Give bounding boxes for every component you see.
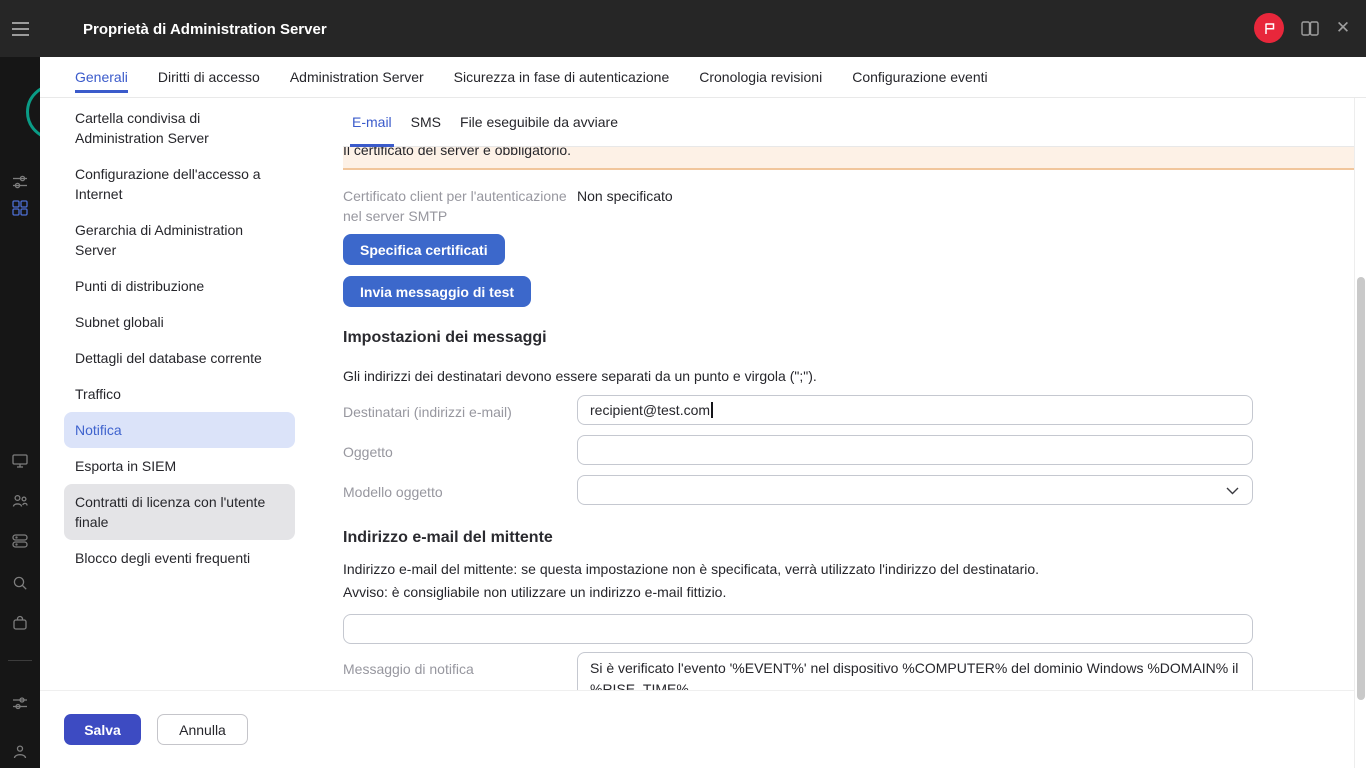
recipients-input[interactable]: recipient@test.com (577, 395, 1253, 425)
subject-template-select[interactable] (577, 475, 1253, 505)
subject-input[interactable] (577, 435, 1253, 465)
client-certificate-label: Certificato client per l'autenticazione … (343, 188, 567, 224)
nav-item-configurazione-accesso-internet[interactable]: Configurazione dell'accesso a Internet (64, 156, 295, 212)
banner-text: Il certificato del server è obbligatorio… (343, 147, 571, 158)
sender-heading: Indirizzo e-mail del mittente (343, 529, 553, 546)
nav-item-notifica[interactable]: Notifica (64, 412, 295, 448)
recipients-input-value: recipient@test.com (590, 402, 711, 418)
recipients-label: Destinatari (indirizzi e-mail) (343, 404, 512, 420)
servers-icon[interactable] (12, 533, 28, 549)
app-rail (0, 0, 40, 768)
hamburger-menu-icon[interactable] (12, 22, 29, 36)
kaspersky-logo-fragment (26, 84, 40, 140)
notification-subtabs: E-mail SMS File eseguibile da avviare (343, 98, 1354, 147)
scrollbar-thumb[interactable] (1357, 277, 1365, 700)
vertical-scrollbar[interactable] (1354, 98, 1366, 768)
rail-divider (8, 660, 32, 661)
notification-message-label: Messaggio di notifica (343, 661, 474, 677)
save-button[interactable]: Salva (64, 714, 141, 745)
flag-badge-icon[interactable] (1254, 13, 1284, 43)
book-icon[interactable] (1300, 20, 1320, 37)
recipients-hint-text: Gli indirizzi dei destinatari devono ess… (343, 368, 817, 384)
specify-certificates-button[interactable]: Specifica certificati (343, 234, 505, 265)
marketplace-icon[interactable] (12, 615, 28, 631)
section-nav: Cartella condivisa di Administration Ser… (64, 100, 295, 576)
cancel-button[interactable]: Annulla (157, 714, 248, 745)
window-title: Proprietà di Administration Server (83, 21, 327, 38)
notification-settings-pane: E-mail SMS File eseguibile da avviare Il… (343, 98, 1354, 690)
nav-item-subnet-globali[interactable]: Subnet globali (64, 304, 295, 340)
subtab-email[interactable]: E-mail (350, 98, 394, 147)
certificate-warning-banner: Il certificato del server è obbligatorio… (343, 147, 1354, 170)
nav-item-esporta-siem[interactable]: Esporta in SIEM (64, 448, 295, 484)
nav-item-traffico[interactable]: Traffico (64, 376, 295, 412)
message-settings-heading: Impostazioni dei messaggi (343, 329, 547, 346)
users-icon[interactable] (12, 493, 28, 509)
nav-item-punti-distribuzione[interactable]: Punti di distribuzione (64, 268, 295, 304)
devices-icon[interactable] (12, 453, 28, 469)
sender-hint-line2: Avviso: è consigliabile non utilizzare u… (343, 584, 727, 600)
send-test-message-button[interactable]: Invia messaggio di test (343, 276, 532, 307)
tab-configurazione-eventi[interactable]: Configurazione eventi (852, 57, 987, 97)
sender-email-input[interactable] (343, 614, 1253, 644)
nav-item-gerarchia[interactable]: Gerarchia di Administration Server (64, 212, 295, 268)
search-icon[interactable] (12, 575, 28, 591)
dialog-tabbar: Generali Diritti di accesso Administrati… (40, 57, 1366, 98)
tab-generali[interactable]: Generali (75, 57, 128, 97)
sender-hint-line1: Indirizzo e-mail del mittente: se questa… (343, 561, 1040, 577)
chevron-down-icon (1226, 487, 1239, 495)
dialog-footer: Salva Annulla (40, 690, 1366, 768)
text-caret (711, 402, 713, 418)
close-icon[interactable]: ✕ (1333, 16, 1353, 40)
account-icon[interactable] (12, 744, 28, 760)
dashboard-grid-icon[interactable] (12, 200, 28, 216)
nav-item-dettagli-database[interactable]: Dettagli del database corrente (64, 340, 295, 376)
window-titlebar: Proprietà di Administration Server ✕ (0, 0, 1366, 57)
subject-template-label: Modello oggetto (343, 484, 443, 500)
tab-sicurezza-autenticazione[interactable]: Sicurezza in fase di autenticazione (454, 57, 670, 97)
subtab-file-eseguibile[interactable]: File eseguibile da avviare (458, 98, 620, 146)
subtab-sms[interactable]: SMS (409, 98, 443, 146)
filter-icon[interactable] (12, 174, 28, 190)
properties-dialog: Generali Diritti di accesso Administrati… (40, 57, 1366, 768)
tab-diritti-di-accesso[interactable]: Diritti di accesso (158, 57, 260, 97)
flag-icon (1264, 22, 1274, 34)
nav-item-cartella-condivisa[interactable]: Cartella condivisa di Administration Ser… (64, 100, 295, 156)
tab-cronologia-revisioni[interactable]: Cronologia revisioni (699, 57, 822, 97)
nav-item-contratti-licenza[interactable]: Contratti di licenza con l'utente finale (64, 484, 295, 540)
connection-settings-icon[interactable] (12, 695, 28, 711)
subject-label: Oggetto (343, 444, 393, 460)
tab-administration-server[interactable]: Administration Server (290, 57, 424, 97)
screen: Proprietà di Administration Server ✕ Gen… (0, 0, 1366, 768)
client-certificate-value: Non specificato (577, 188, 673, 204)
nav-item-blocco-eventi[interactable]: Blocco degli eventi frequenti (64, 540, 295, 576)
notification-message-textarea[interactable]: Si è verificato l'evento '%EVENT%' nel d… (577, 652, 1253, 690)
